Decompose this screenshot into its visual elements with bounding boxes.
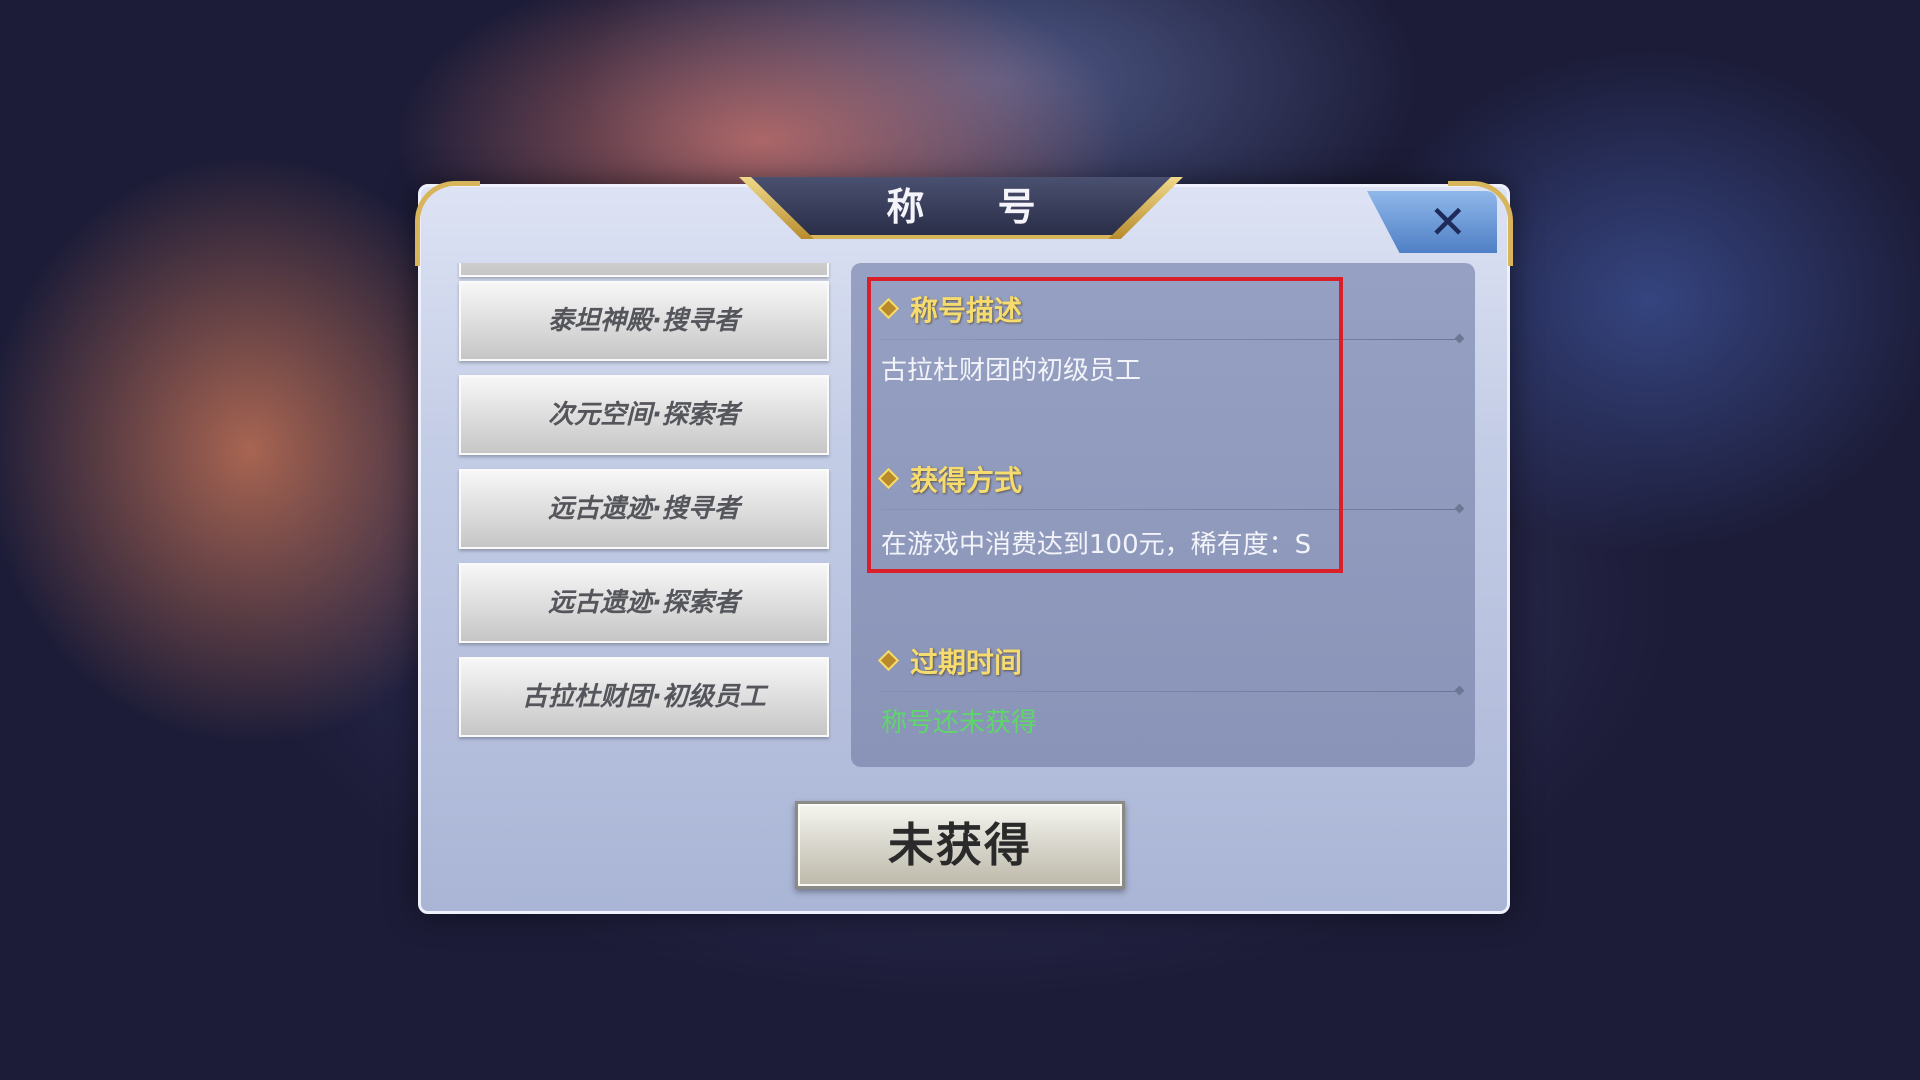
highlight-box <box>867 277 1343 573</box>
expiry-status-text: 称号还未获得 <box>881 708 1038 738</box>
title-dialog: 称 号 ✕ 泰坦神殿·搜寻者 次元空间·探索者 远古遗迹·搜寻者 远古遗迹·探索… <box>415 177 1513 914</box>
not-obtained-button[interactable]: 未获得 <box>795 801 1125 889</box>
title-list-item[interactable]: 远古遗迹·搜寻者 <box>459 469 829 549</box>
diamond-bullet-icon <box>877 649 900 672</box>
dialog-title: 称 号 <box>886 185 1066 229</box>
title-list-item[interactable] <box>459 263 829 277</box>
title-list-item[interactable]: 次元空间·探索者 <box>459 375 829 455</box>
title-detail-panel: 称号描述 古拉杜财团的初级员工 获得方式 在游戏中消费达到100元，稀有度：S … <box>851 263 1475 767</box>
title-list-item[interactable]: 远古遗迹·探索者 <box>459 563 829 643</box>
close-button[interactable]: ✕ <box>1367 191 1497 253</box>
title-list[interactable]: 泰坦神殿·搜寻者 次元空间·探索者 远古遗迹·搜寻者 远古遗迹·探索者 古拉杜财… <box>453 263 833 767</box>
expiry-heading: 过期时间 <box>877 641 1022 685</box>
section-divider <box>879 691 1459 692</box>
title-list-item[interactable]: 泰坦神殿·搜寻者 <box>459 281 829 361</box>
corner-ornament-left <box>415 181 480 266</box>
title-list-item[interactable]: 古拉杜财团·初级员工 <box>459 657 829 737</box>
close-icon: ✕ <box>1428 195 1467 249</box>
